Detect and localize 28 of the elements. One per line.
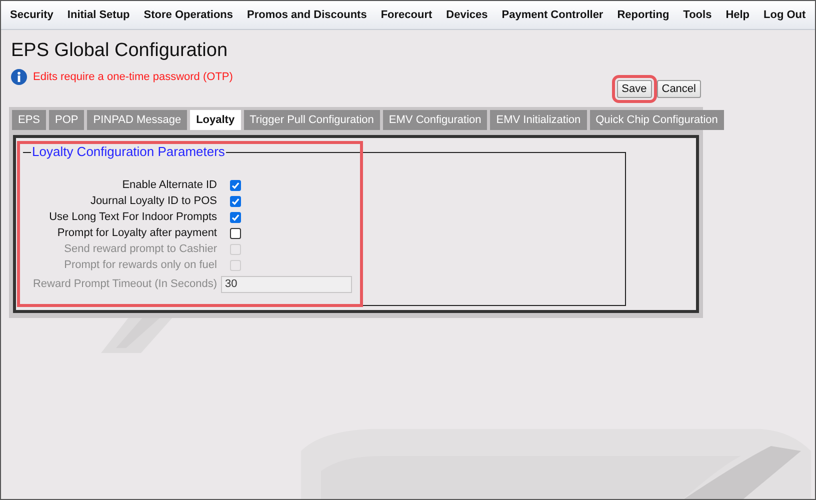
- menu-item[interactable]: Devices: [439, 4, 495, 26]
- field-label: Use Long Text For Indoor Prompts: [48, 210, 217, 225]
- info-icon: [11, 69, 27, 86]
- checkbox[interactable]: [230, 180, 241, 190]
- menu-item[interactable]: Tools: [676, 4, 719, 26]
- fieldset-legend: Loyalty Configuration Parameters: [31, 144, 226, 160]
- field-label: Prompt for rewards only on fuel: [63, 258, 217, 273]
- checkbox[interactable]: [230, 212, 241, 222]
- otp-notice: Edits require a one-time password (OTP): [33, 70, 233, 85]
- menu-item[interactable]: Store Operations: [136, 4, 240, 26]
- action-button[interactable]: Cancel: [656, 80, 701, 98]
- menu-item[interactable]: Promos and Discounts: [240, 4, 374, 26]
- checkbox[interactable]: [230, 196, 241, 206]
- field-label: Send reward prompt to Cashier: [63, 242, 217, 257]
- menu-item[interactable]: Initial Setup: [60, 4, 137, 26]
- menu-item[interactable]: Help: [718, 4, 757, 26]
- tab[interactable]: Loyalty: [190, 110, 241, 130]
- field-label: Prompt for Loyalty after payment: [56, 226, 217, 241]
- field-label: Journal Loyalty ID to POS: [89, 194, 217, 209]
- menu-item[interactable]: Payment Controller: [494, 4, 610, 26]
- checkbox[interactable]: [230, 228, 241, 238]
- field-label: Reward Prompt Timeout (In Seconds): [32, 276, 217, 292]
- menu-item[interactable]: Forecourt: [374, 4, 440, 26]
- page-title: EPS Global Configuration: [11, 39, 229, 63]
- menu-item[interactable]: Log Out: [756, 4, 813, 26]
- field-label: Enable Alternate ID: [121, 178, 217, 193]
- menu-item[interactable]: Reporting: [610, 4, 676, 26]
- menu-item[interactable]: Security: [3, 4, 60, 26]
